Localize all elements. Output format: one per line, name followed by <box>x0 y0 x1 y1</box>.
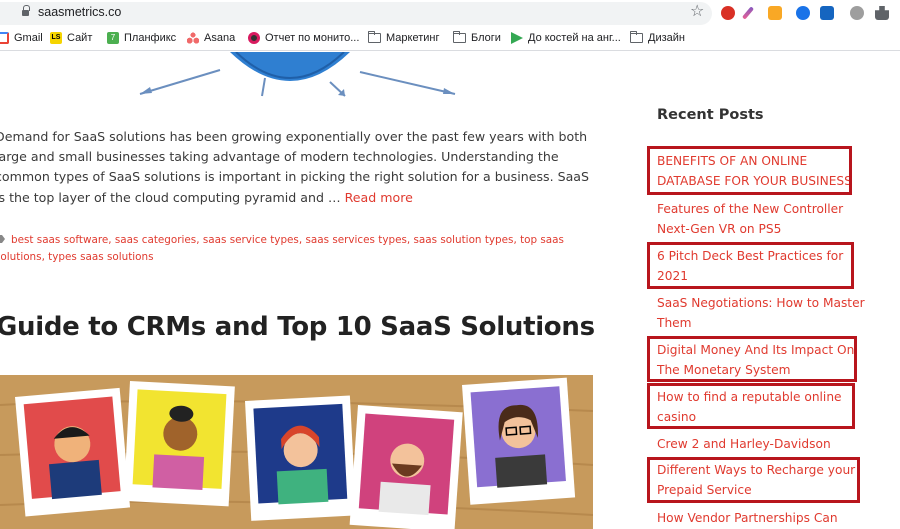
ls-icon: LS <box>50 32 62 44</box>
recent-post-link[interactable]: Different Ways to Recharge your Prepaid … <box>657 460 867 500</box>
post-line[interactable]: The Monetary System <box>657 360 867 380</box>
bookmark-label: Gmail <box>14 32 43 44</box>
post-line[interactable]: How Vendor Partnerships Can <box>657 508 867 528</box>
extensions-puzzle-icon[interactable] <box>875 6 889 20</box>
tag-icon <box>0 235 5 243</box>
play-icon <box>511 32 523 44</box>
post-line[interactable]: Next-Gen VR on PS5 <box>657 219 867 239</box>
excerpt-text: Demand for SaaS solutions has been growi… <box>0 129 590 205</box>
bookmark-site[interactable]: LS Сайт <box>50 32 92 44</box>
tag-link[interactable]: saas solution types <box>414 234 514 246</box>
blue-extension-icon[interactable] <box>796 6 810 20</box>
bookmark-folder-marketing[interactable]: Маркетинг <box>368 31 440 44</box>
lock-icon[interactable] <box>22 5 30 18</box>
tag-link[interactable]: saas services types <box>305 234 406 246</box>
bookmark-label: До костей на анг... <box>528 32 621 44</box>
monitor-icon <box>248 32 260 44</box>
bookmark-monitoring-report[interactable]: Отчет по монито... <box>248 32 359 44</box>
tag-link[interactable]: best saas software <box>11 234 108 246</box>
bookmark-label: Блоги <box>471 32 501 44</box>
post-line[interactable]: BENEFITS OF AN ONLINE <box>657 151 867 171</box>
folder-icon <box>630 31 643 43</box>
recent-post-link[interactable]: Crew 2 and Harley-Davidson <box>657 434 867 454</box>
recent-post-link[interactable]: How to find a reputable online casino <box>657 387 867 427</box>
article-featured-image[interactable] <box>0 375 593 529</box>
folder-icon <box>453 31 466 43</box>
recent-post-link[interactable]: 6 Pitch Deck Best Practices for 2021 <box>657 246 867 286</box>
article-tags: best saas software, saas categories, saa… <box>0 232 570 265</box>
post-line[interactable]: Prepaid Service <box>657 480 867 500</box>
grey-extension-icon[interactable] <box>850 6 864 20</box>
bookmark-label: Дизайн <box>648 32 685 44</box>
recent-posts-heading: Recent Posts <box>657 107 764 123</box>
post-line[interactable]: 2021 <box>657 266 867 286</box>
adblock-extension-icon[interactable] <box>721 6 735 20</box>
bookmark-to-the-bone[interactable]: До костей на анг... <box>511 32 621 44</box>
post-line[interactable]: SaaS Negotiations: How to Master <box>657 293 867 313</box>
bookmark-label: Сайт <box>67 32 93 44</box>
post-line[interactable]: Different Ways to Recharge your <box>657 460 867 480</box>
bookmark-planfix[interactable]: 7 Планфикс <box>107 32 176 44</box>
recent-post-link[interactable]: Digital Money And Its Impact On The Mone… <box>657 340 867 380</box>
post-line[interactable]: How to find a reputable online <box>657 387 867 407</box>
tag-link[interactable]: types saas solutions <box>48 251 153 263</box>
url-field[interactable]: saasmetrics.co <box>0 2 712 25</box>
bookmark-label: Планфикс <box>124 32 177 44</box>
recent-post-link[interactable]: BENEFITS OF AN ONLINE DATABASE FOR YOUR … <box>657 151 867 191</box>
url-text[interactable]: saasmetrics.co <box>38 5 121 19</box>
bookmark-asana[interactable]: Asana <box>187 32 235 44</box>
article-excerpt: Demand for SaaS solutions has been growi… <box>0 127 595 208</box>
bookmark-star-icon[interactable]: ☆ <box>690 1 704 20</box>
article-illustration <box>139 52 456 97</box>
bookmark-gmail[interactable]: Gmail <box>0 32 43 44</box>
post-line[interactable]: casino <box>657 407 867 427</box>
post-line[interactable]: Crew 2 and Harley-Davidson <box>657 434 867 454</box>
bookmark-folder-blogs[interactable]: Блоги <box>453 31 501 44</box>
bookmarks-bar: Gmail LS Сайт 7 Планфикс Asana Отчет по … <box>0 27 900 51</box>
dark-blue-extension-icon[interactable] <box>820 6 834 20</box>
tag-link[interactable]: saas categories <box>115 234 196 246</box>
address-bar: saasmetrics.co ☆ <box>0 0 900 27</box>
asana-icon <box>187 32 199 44</box>
post-title[interactable]: Guide to CRMs and Top 10 SaaS Solutions <box>0 312 595 342</box>
page-content: Demand for SaaS solutions has been growi… <box>0 52 900 529</box>
pen-extension-icon[interactable] <box>741 6 755 20</box>
folder-icon <box>368 31 381 43</box>
post-line[interactable]: Features of the New Controller <box>657 199 867 219</box>
bookmark-label: Asana <box>204 32 236 44</box>
post-line[interactable]: Them <box>657 313 867 333</box>
recent-post-link[interactable]: Features of the New Controller Next-Gen … <box>657 199 867 239</box>
recent-post-link[interactable]: SaaS Negotiations: How to Master Them <box>657 293 867 333</box>
recent-post-link[interactable]: How Vendor Partnerships Can <box>657 508 867 528</box>
read-more-link[interactable]: Read more <box>345 190 413 205</box>
gift-extension-icon[interactable] <box>768 6 782 20</box>
tag-link[interactable]: saas service types <box>203 234 299 246</box>
bookmark-label: Маркетинг <box>386 32 440 44</box>
post-line[interactable]: DATABASE FOR YOUR BUSINESS <box>657 171 867 191</box>
post-line[interactable]: 6 Pitch Deck Best Practices for <box>657 246 867 266</box>
planfix-icon: 7 <box>107 32 119 44</box>
bookmark-label: Отчет по монито... <box>265 32 360 44</box>
post-line[interactable]: Digital Money And Its Impact On <box>657 340 867 360</box>
bookmark-folder-design[interactable]: Дизайн <box>630 31 685 44</box>
gmail-icon <box>0 32 9 44</box>
